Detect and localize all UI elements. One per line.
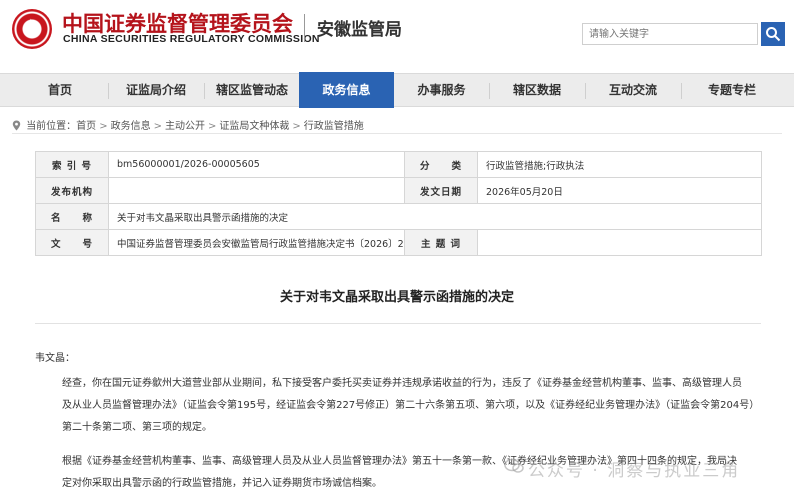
paragraph-1-line-3: 第二十条第二项、第三项的规定。 (62, 422, 212, 433)
breadcrumb-home[interactable]: 首页 (76, 121, 96, 132)
breadcrumb-prefix: 当前位置： (26, 121, 77, 132)
breadcrumb-document-types[interactable]: 证监局文种体裁 (219, 121, 289, 132)
bureau-name: 安徽监管局 (317, 20, 402, 40)
breadcrumb-separator: > (292, 121, 301, 132)
nav-item-regional-data[interactable]: 辖区数据 (489, 74, 585, 107)
nav-item-about[interactable]: 证监局介绍 (108, 74, 204, 107)
breadcrumb: 当前位置：首页 > 政务信息 > 主动公开 > 证监局文种体裁 > 行政监管措施 (12, 117, 364, 132)
location-pin-icon (12, 120, 21, 131)
title-divider (35, 323, 761, 324)
issue-date-value: 2026年05月20日 (477, 177, 762, 204)
main-nav: 首页 证监局介绍 辖区监管动态 政务信息 办事服务 辖区数据 互动交流 专题专栏 (0, 72, 794, 108)
breadcrumb-divider (12, 133, 782, 134)
category-label: 分 类 (404, 151, 478, 178)
breadcrumb-separator: > (207, 121, 217, 132)
nav-item-services[interactable]: 办事服务 (394, 74, 489, 107)
breadcrumb-public-disclosure[interactable]: 主动公开 (165, 121, 205, 132)
doc-name-value: 关于对韦文晶采取出具警示函措施的决定 (108, 203, 762, 230)
search-input[interactable] (582, 23, 758, 45)
subject-value (477, 229, 762, 256)
issuer-value (108, 177, 405, 204)
nav-item-special-topics[interactable]: 专题专栏 (681, 74, 783, 107)
issuer-label: 发布机构 (35, 177, 109, 204)
doc-number-value: 中国证券监督管理委员会安徽监管局行政监管措施决定书〔2026〕20号 (108, 229, 405, 256)
salutation: 韦文晶： (35, 353, 75, 364)
wechat-icon (504, 458, 524, 473)
watermark-text: 公众号 · 洞察与执业三角 (528, 461, 741, 481)
table-row: 文 号 中国证券监督管理委员会安徽监管局行政监管措施决定书〔2026〕20号 主… (35, 229, 762, 256)
document-info-table: 索 引 号 bm56000001/2026-00005605 分 类 行政监管措… (35, 151, 762, 256)
breadcrumb-separator: > (153, 121, 162, 132)
search-button[interactable] (761, 22, 785, 46)
breadcrumb-admin-measures[interactable]: 行政监管措施 (304, 121, 364, 132)
nav-item-regional-news[interactable]: 辖区监管动态 (204, 74, 300, 107)
table-row: 索 引 号 bm56000001/2026-00005605 分 类 行政监管措… (35, 151, 762, 178)
subject-label: 主 题 词 (404, 229, 478, 256)
breadcrumb-separator: > (99, 121, 108, 132)
table-row: 名 称 关于对韦文晶采取出具警示函措施的决定 (35, 203, 762, 230)
paragraph-1-line-1: 经查，你在国元证券歙州大道营业部从业期间，私下接受客户委托买卖证券并违规承诺收益… (62, 378, 742, 389)
paragraph-1-line-2: 及从业人员监督管理办法》（证监会令第195号，经证监会令第227号修正）第二十六… (62, 400, 760, 411)
index-number-label: 索 引 号 (35, 151, 109, 178)
nav-item-interaction[interactable]: 互动交流 (585, 74, 681, 107)
header-divider (304, 14, 305, 42)
issue-date-label: 发文日期 (404, 177, 478, 204)
search-icon (766, 27, 781, 42)
doc-number-label: 文 号 (35, 229, 109, 256)
org-name-en: CHINA SECURITIES REGULATORY COMMISSION (63, 33, 320, 45)
table-row: 发布机构 发文日期 2026年05月20日 (35, 177, 762, 204)
category-value: 行政监管措施;行政执法 (477, 151, 762, 178)
csrc-emblem-icon: ★ (12, 9, 52, 49)
doc-name-label: 名 称 (35, 203, 109, 230)
nav-item-home[interactable]: 首页 (12, 74, 108, 107)
index-number-value: bm56000001/2026-00005605 (108, 151, 405, 178)
document-title: 关于对韦文晶采取出具警示函措施的决定 (279, 290, 514, 305)
nav-item-government-info[interactable]: 政务信息 (299, 72, 394, 108)
site-header: ★ 中国证券监督管理委员会 CHINA SECURITIES REGULATOR… (0, 0, 794, 62)
breadcrumb-government-info[interactable]: 政务信息 (111, 121, 151, 132)
